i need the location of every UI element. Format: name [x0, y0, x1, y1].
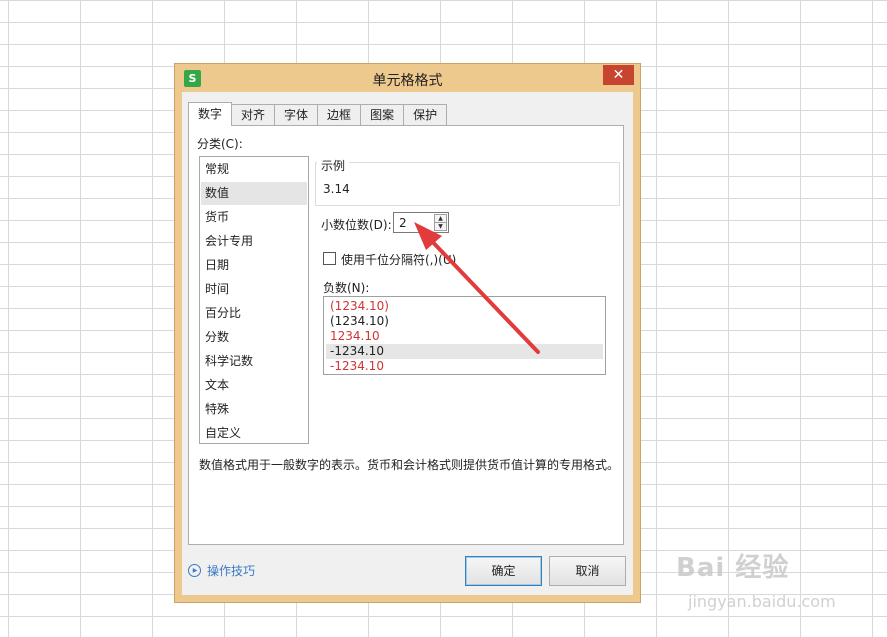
baidu-watermark-url: jingyan.baidu.com — [688, 592, 836, 611]
baidu-watermark: Bai 经验 — [676, 553, 790, 583]
tab-number[interactable]: 数字 — [188, 102, 233, 126]
annotation-arrow — [414, 222, 540, 354]
